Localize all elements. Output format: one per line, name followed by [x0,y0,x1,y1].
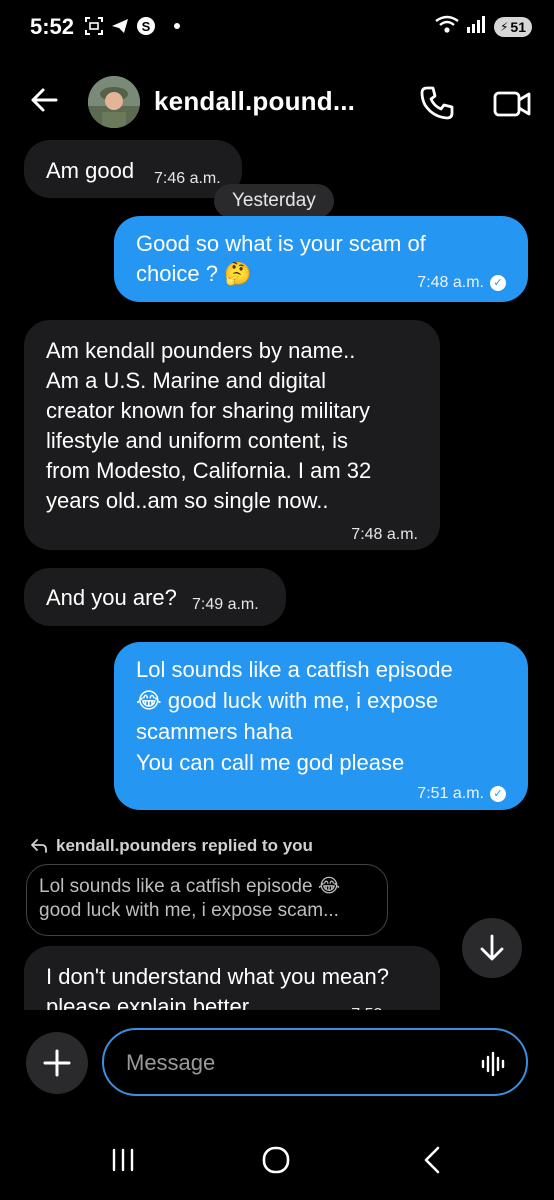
telegram-icon [110,16,130,36]
system-back-button[interactable] [414,1142,454,1178]
message-line: creator known for sharing military [46,398,371,423]
message-line: Lol sounds like a catfish episode [136,657,453,682]
read-check-icon: ✓ [490,274,506,291]
battery-indicator: ⚡ 51 [493,16,532,37]
message-line: 😂 good luck with me, i expose [136,688,439,713]
message-line: Good so what is your scam of [136,231,426,256]
message-time: 7:48 a.m. [351,526,418,543]
message-line: You can call me god please [136,750,405,775]
reply-context-header: kendall.pounders replied to you [30,836,313,856]
recent-apps-icon [112,1148,134,1172]
avatar-image [88,76,140,128]
message-line: Am a U.S. Marine and digital [46,368,327,393]
message-time-row: 7:48 a.m. ✓ [417,268,506,298]
home-icon [262,1146,290,1174]
message-line: scammers haha [136,719,293,744]
wifi-icon [434,14,460,39]
quote-line: Lol sounds like a catfish episode 😂 [39,876,341,897]
voice-waveform-icon [481,1051,505,1077]
quoted-message[interactable]: Lol sounds like a catfish episode 😂 good… [26,864,388,936]
received-message[interactable]: And you are? 7:49 a.m. [24,568,286,626]
message-input[interactable] [124,1044,458,1082]
sent-message[interactable]: Lol sounds like a catfish episode 😂 good… [114,642,528,810]
back-button[interactable] [28,84,60,116]
system-navigation-bar [0,1130,554,1190]
notification-dot-icon [174,23,180,29]
phone-icon [420,86,454,120]
app-s-icon: S [136,16,156,36]
message-line: choice ? 🤔 [136,261,252,286]
signal-icon [466,14,488,39]
message-line: I don't understand what you mean? [46,964,389,989]
arrow-down-icon [480,934,504,961]
screenshot-icon [84,16,104,36]
chevron-left-icon [424,1146,440,1174]
recent-apps-button[interactable] [106,1142,146,1178]
message-time: 7:49 a.m. [192,596,259,613]
voice-message-button[interactable] [480,1050,508,1078]
message-line: lifestyle and uniform content, is [46,428,349,453]
scroll-to-bottom-button[interactable] [462,918,522,978]
date-separator: Yesterday [214,184,334,218]
message-line: years old..am so single now.. [46,488,329,513]
contact-name[interactable]: kendall.pound... [154,86,355,117]
add-attachment-button[interactable] [26,1032,88,1094]
message-text: Am good [46,158,135,183]
video-camera-icon [493,91,531,117]
message-composer[interactable] [102,1028,528,1096]
status-system-icons: ⚡ 51 [434,14,532,39]
message-time: 7:53 a.m. [351,1000,418,1010]
message-line: Am kendall pounders by name.. [46,338,356,363]
read-check-icon: ✓ [490,785,506,802]
message-line: from Modesto, California. I am 32 [46,458,372,483]
received-message[interactable]: Am kendall pounders by name.. Am a U.S. … [24,320,440,550]
arrow-left-icon [31,88,58,112]
received-message[interactable]: I don't understand what you mean? please… [24,946,440,1010]
svg-text:S: S [142,19,151,34]
message-time-row: 7:51 a.m. ✓ [417,779,506,809]
sent-message[interactable]: Good so what is your scam of choice ? 🤔 … [114,216,528,302]
home-button[interactable] [256,1142,296,1178]
quote-line: good luck with me, i expose scam... [39,900,339,921]
received-message[interactable]: Am good 7:46 a.m. [24,140,242,198]
status-time: 5:52 [30,14,75,39]
video-call-button[interactable] [492,86,532,122]
reply-arrow-icon [31,839,47,853]
message-line: please explain better [46,994,250,1010]
reply-header-text: kendall.pounders replied to you [56,836,313,855]
contact-avatar[interactable] [88,76,140,128]
message-text: And you are? [46,585,177,610]
status-notification-icons: S [84,16,180,36]
plus-icon [43,1049,71,1077]
voice-call-button[interactable] [418,84,456,122]
message-time: 7:46 a.m. [154,170,221,187]
